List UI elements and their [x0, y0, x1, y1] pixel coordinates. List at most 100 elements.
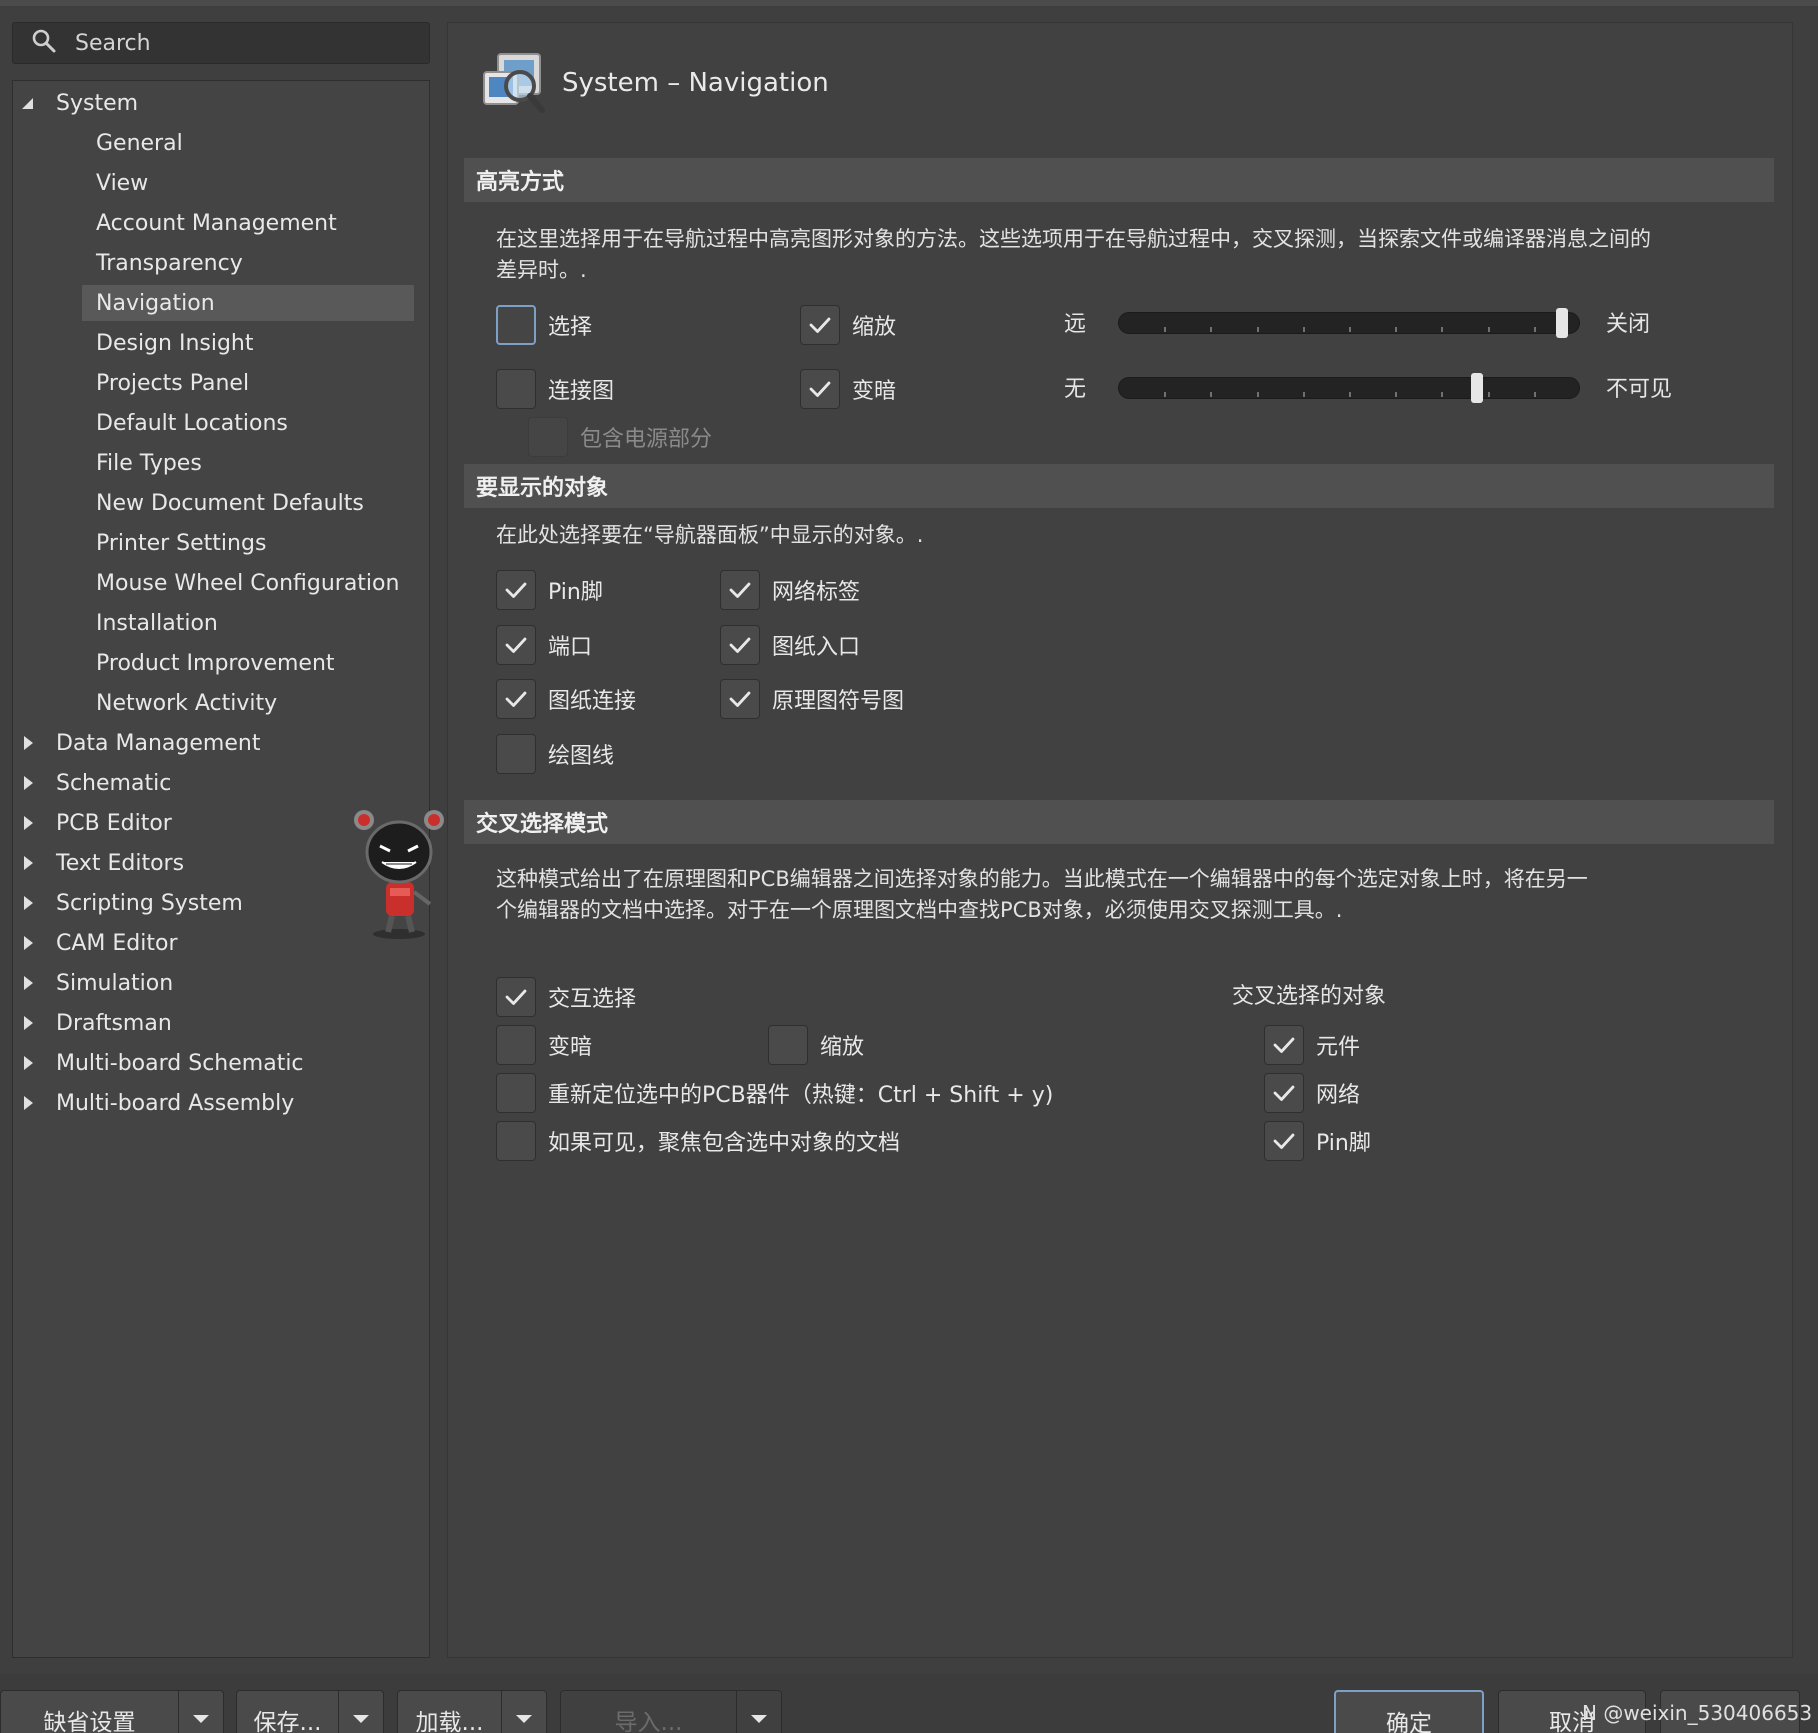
expand-arrow-icon[interactable] — [12, 975, 44, 991]
collapse-arrow-icon[interactable] — [12, 95, 44, 111]
checkbox-box[interactable] — [1264, 1073, 1304, 1113]
checkmark-icon — [729, 691, 751, 707]
tree-item-multi-board-schematic[interactable]: Multi-board Schematic — [12, 1045, 412, 1081]
expand-arrow-icon[interactable] — [12, 855, 44, 871]
expand-arrow-icon[interactable] — [12, 895, 44, 911]
checkbox-box[interactable] — [496, 734, 536, 774]
search-input[interactable] — [75, 30, 415, 56]
checkbox-box[interactable] — [496, 305, 536, 345]
dropdown-arrow-icon[interactable] — [179, 1691, 223, 1733]
checkbox-box[interactable] — [496, 570, 536, 610]
slider-tick — [1210, 392, 1213, 397]
checkbox-box[interactable] — [496, 625, 536, 665]
save-button[interactable]: 保存... — [237, 1691, 339, 1733]
dropdown-arrow-icon[interactable] — [339, 1691, 383, 1733]
tree-item-navigation[interactable]: Navigation — [82, 285, 414, 321]
highlight-select-checkbox[interactable]: 选择 — [496, 303, 592, 347]
checkbox-box[interactable] — [1264, 1121, 1304, 1161]
cross-object-net-checkbox[interactable]: 网络 — [1264, 1071, 1360, 1115]
dim-slider[interactable] — [1118, 373, 1580, 403]
highlight-zoom-checkbox[interactable]: 缩放 — [800, 303, 896, 347]
defaults-split-button[interactable]: 缺省设置 — [0, 1690, 224, 1733]
dropdown-arrow-icon[interactable] — [737, 1691, 781, 1733]
object-net-label-checkbox[interactable]: 网络标签 — [720, 568, 860, 612]
tree-item-label: Draftsman — [56, 1010, 172, 1036]
cross-dim-checkbox[interactable]: 变暗 — [496, 1023, 592, 1067]
tree-item-schematic[interactable]: Schematic — [12, 765, 412, 801]
tree-item-draftsman[interactable]: Draftsman — [12, 1005, 412, 1041]
expand-arrow-icon[interactable] — [12, 735, 44, 751]
checkbox-box[interactable] — [800, 369, 840, 409]
checkbox-box[interactable] — [1264, 1025, 1304, 1065]
tree-item-simulation[interactable]: Simulation — [12, 965, 412, 1001]
slider-tick — [1164, 327, 1167, 332]
object-port-checkbox[interactable]: 端口 — [496, 623, 592, 667]
expand-arrow-icon[interactable] — [12, 815, 44, 831]
checkbox-box[interactable] — [800, 305, 840, 345]
tree-item-design-insight[interactable]: Design Insight — [82, 325, 414, 361]
cross-interactive-checkbox[interactable]: 交互选择 — [496, 975, 636, 1019]
tree-item-installation[interactable]: Installation — [82, 605, 414, 641]
object-schematic-symbol-checkbox[interactable]: 原理图符号图 — [720, 677, 904, 721]
tree-item-printer-settings[interactable]: Printer Settings — [82, 525, 414, 561]
ok-button[interactable]: 确定 — [1334, 1690, 1484, 1733]
defaults-button[interactable]: 缺省设置 — [1, 1691, 179, 1733]
expand-arrow-icon[interactable] — [12, 1015, 44, 1031]
tree-item-data-management[interactable]: Data Management — [12, 725, 412, 761]
checkbox-box[interactable] — [496, 369, 536, 409]
save-split-button[interactable]: 保存... — [236, 1690, 384, 1733]
tree-item-label: Printer Settings — [96, 530, 267, 556]
tree-item-new-document-defaults[interactable]: New Document Defaults — [82, 485, 414, 521]
object-sheet-connector-checkbox[interactable]: 图纸连接 — [496, 677, 636, 721]
cross-zoom-checkbox[interactable]: 缩放 — [768, 1023, 864, 1067]
checkbox-box[interactable] — [720, 570, 760, 610]
cross-reposition-checkbox[interactable]: 重新定位选中的PCB器件（热键：Ctrl + Shift + y) — [496, 1071, 1053, 1115]
tree-item-projects-panel[interactable]: Projects Panel — [82, 365, 414, 401]
highlight-connection-graph-checkbox[interactable]: 连接图 — [496, 367, 614, 411]
expand-arrow-icon[interactable] — [12, 935, 44, 951]
zoom-slider-thumb[interactable] — [1556, 308, 1569, 338]
dim-slider-thumb[interactable] — [1471, 373, 1484, 403]
object-drawing-line-checkbox[interactable]: 绘图线 — [496, 732, 614, 776]
checkmark-icon — [729, 637, 751, 653]
checkbox-box[interactable] — [496, 679, 536, 719]
checkbox-box[interactable] — [768, 1025, 808, 1065]
tree-item-view[interactable]: View — [82, 165, 414, 201]
tree-item-system[interactable]: System — [12, 85, 412, 121]
dropdown-arrow-icon[interactable] — [502, 1691, 546, 1733]
tree-item-account-management[interactable]: Account Management — [82, 205, 414, 241]
tree-item-default-locations[interactable]: Default Locations — [82, 405, 414, 441]
tree-item-general[interactable]: General — [82, 125, 414, 161]
expand-arrow-icon[interactable] — [12, 775, 44, 791]
tree-item-mouse-wheel-configuration[interactable]: Mouse Wheel Configuration — [82, 565, 414, 601]
checkbox-box[interactable] — [720, 625, 760, 665]
tree-item-file-types[interactable]: File Types — [82, 445, 414, 481]
tree-item-network-activity[interactable]: Network Activity — [82, 685, 414, 721]
import-button[interactable]: 导入... — [561, 1691, 737, 1733]
checkbox-box[interactable] — [496, 1073, 536, 1113]
checkbox-box[interactable] — [496, 1025, 536, 1065]
tree-item-multi-board-assembly[interactable]: Multi-board Assembly — [12, 1085, 412, 1121]
search-box[interactable] — [12, 22, 430, 64]
checkbox-label: 选择 — [548, 315, 593, 340]
cross-focus-document-checkbox[interactable]: 如果可见，聚焦包含选中对象的文档 — [496, 1119, 900, 1163]
zoom-slider[interactable] — [1118, 308, 1580, 338]
object-sheet-entry-checkbox[interactable]: 图纸入口 — [720, 623, 860, 667]
expand-arrow-icon[interactable] — [12, 1095, 44, 1111]
load-button[interactable]: 加载... — [398, 1691, 502, 1733]
highlight-dim-checkbox[interactable]: 变暗 — [800, 367, 896, 411]
tree-item-transparency[interactable]: Transparency — [82, 245, 414, 281]
checkbox-box[interactable] — [528, 417, 568, 457]
object-pin-checkbox[interactable]: Pin脚 — [496, 568, 603, 612]
cross-object-component-checkbox[interactable]: 元件 — [1264, 1023, 1360, 1067]
load-split-button[interactable]: 加载... — [397, 1690, 547, 1733]
tree-item-product-improvement[interactable]: Product Improvement — [82, 645, 414, 681]
include-power-checkbox[interactable]: 包含电源部分 — [528, 415, 712, 459]
expand-arrow-icon[interactable] — [12, 1055, 44, 1071]
checkbox-box[interactable] — [496, 977, 536, 1017]
checkbox-box[interactable] — [496, 1121, 536, 1161]
cross-object-pin-checkbox[interactable]: Pin脚 — [1264, 1119, 1371, 1163]
import-split-button[interactable]: 导入... — [560, 1690, 782, 1733]
checkbox-box[interactable] — [720, 679, 760, 719]
dim-slider-max-label: 不可见 — [1606, 377, 1673, 402]
